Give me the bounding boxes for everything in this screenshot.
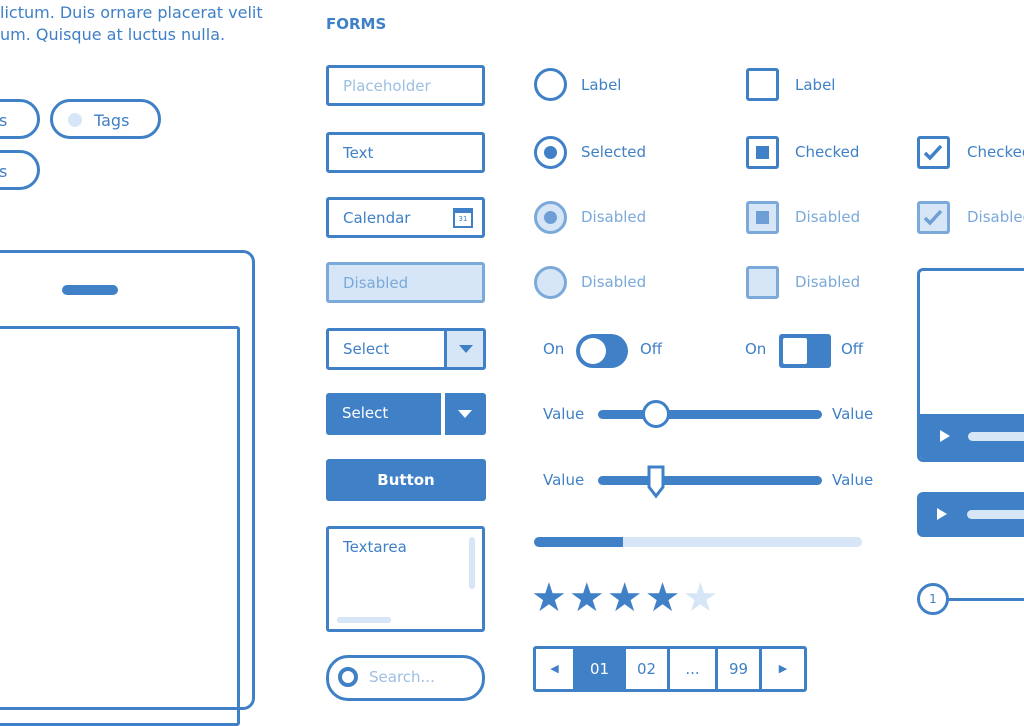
checkbox-disabled: [746, 266, 779, 299]
star-filled-icon[interactable]: ★: [607, 578, 643, 618]
slider-min-label: Value: [543, 405, 585, 423]
select-value: Select: [342, 404, 389, 422]
star-filled-icon[interactable]: ★: [531, 578, 567, 618]
checkbox-disabled-checked: [746, 201, 779, 234]
tag-label: s: [0, 111, 8, 130]
input-value: Text: [343, 144, 374, 162]
text-input[interactable]: Text: [326, 132, 485, 173]
disabled-input: Disabled: [326, 262, 485, 303]
radio-label: Label: [581, 76, 622, 94]
intro-text-line2: um. Quisque at luctus nulla.: [0, 25, 226, 44]
checkbox-checkmark-disabled: [917, 201, 950, 234]
checkbox-label: Disabled: [967, 208, 1024, 226]
pagination: ◀ 01 02... 99 ▶: [533, 646, 807, 692]
video-player: [917, 268, 1024, 462]
primary-button[interactable]: Button: [326, 459, 486, 501]
toggle-on-label: On: [543, 340, 565, 358]
textarea[interactable]: Textarea: [326, 526, 485, 632]
toggle-on-label: On: [745, 340, 767, 358]
check-icon: [923, 209, 943, 226]
tag-label: s: [0, 162, 8, 181]
video-progress-track[interactable]: [968, 432, 1024, 441]
tag[interactable]: s: [0, 150, 40, 190]
play-icon[interactable]: [937, 508, 947, 520]
slider-handle[interactable]: [642, 400, 671, 428]
stepper-step[interactable]: 1: [917, 583, 949, 615]
star-rating[interactable]: ★ ★ ★ ★ ★: [531, 578, 718, 618]
stepper-line: [945, 598, 1024, 601]
phone-mockup: [0, 250, 255, 726]
radio-label: Selected: [581, 143, 647, 161]
toggle-off-label: Off: [841, 340, 864, 358]
radio-selected[interactable]: [534, 136, 567, 169]
radio-disabled: [534, 266, 567, 299]
page-button[interactable]: 01: [576, 649, 626, 689]
checkbox-label: Disabled: [795, 273, 861, 291]
checkbox-label: Checked: [795, 143, 860, 161]
input-value: Disabled: [343, 274, 409, 292]
star-filled-icon[interactable]: ★: [569, 578, 605, 618]
radio-disabled-selected: [534, 201, 567, 234]
check-icon: [923, 144, 943, 161]
checkbox-checked[interactable]: [746, 136, 779, 169]
tag-label: Tags: [94, 111, 130, 130]
section-title: FORMS: [326, 15, 387, 33]
toggle-off-label: Off: [640, 340, 663, 358]
tag[interactable]: Tags: [50, 99, 161, 139]
prev-page-button[interactable]: ◀: [536, 649, 576, 689]
toggle-switch-round[interactable]: [576, 334, 628, 368]
progress-bar: [534, 537, 862, 547]
slider-pin-handle[interactable]: [647, 465, 665, 499]
radio-label: Disabled: [581, 208, 647, 226]
checkbox-checkmark[interactable]: [917, 136, 950, 169]
placeholder-input[interactable]: Placeholder: [326, 65, 485, 106]
slider-max-label: Value: [832, 405, 874, 423]
slider-track[interactable]: [598, 400, 822, 428]
intro-text-line1: lictum. Duis ornare placerat velit: [0, 3, 263, 22]
horizontal-scrollbar[interactable]: [337, 617, 391, 623]
select-dropdown[interactable]: Select: [326, 328, 486, 370]
checkbox-label: Checked: [967, 143, 1024, 161]
page-button[interactable]: 99: [718, 649, 762, 689]
slider-track[interactable]: [598, 465, 822, 499]
phone-speaker: [62, 285, 118, 295]
vertical-scrollbar[interactable]: [469, 537, 475, 589]
page-button[interactable]: ...: [670, 649, 718, 689]
search-input[interactable]: Search...: [326, 655, 485, 701]
play-icon[interactable]: [940, 430, 950, 442]
input-value: Calendar: [343, 209, 411, 227]
slider-min-label: Value: [543, 471, 585, 489]
chevron-down-icon[interactable]: [444, 331, 483, 367]
checkbox-unchecked[interactable]: [746, 68, 779, 101]
select-value: Select: [343, 340, 390, 358]
toggle-switch-square[interactable]: [779, 334, 831, 368]
audio-player: [917, 492, 1024, 537]
star-filled-icon[interactable]: ★: [645, 578, 681, 618]
star-empty-icon[interactable]: ★: [682, 578, 718, 618]
search-icon: [338, 667, 358, 687]
slider-max-label: Value: [832, 471, 874, 489]
progress-fill: [534, 537, 623, 547]
calendar-input[interactable]: Calendar 31: [326, 197, 485, 238]
search-placeholder: Search...: [369, 668, 435, 686]
tag-dot-icon: [68, 113, 82, 127]
radio-label: Disabled: [581, 273, 647, 291]
checkbox-label: Label: [795, 76, 836, 94]
tag[interactable]: s: [0, 99, 40, 139]
phone-screen: [0, 326, 240, 726]
calendar-icon[interactable]: 31: [453, 208, 473, 228]
next-page-button[interactable]: ▶: [762, 649, 804, 689]
radio-unchecked[interactable]: [534, 68, 567, 101]
select-dropdown-filled[interactable]: Select: [326, 393, 486, 435]
checkbox-label: Disabled: [795, 208, 861, 226]
chevron-down-icon[interactable]: [458, 410, 472, 418]
placeholder-text: Placeholder: [343, 77, 431, 95]
page-button[interactable]: 02: [626, 649, 670, 689]
textarea-value: Textarea: [343, 538, 407, 556]
audio-progress-track[interactable]: [967, 510, 1024, 519]
